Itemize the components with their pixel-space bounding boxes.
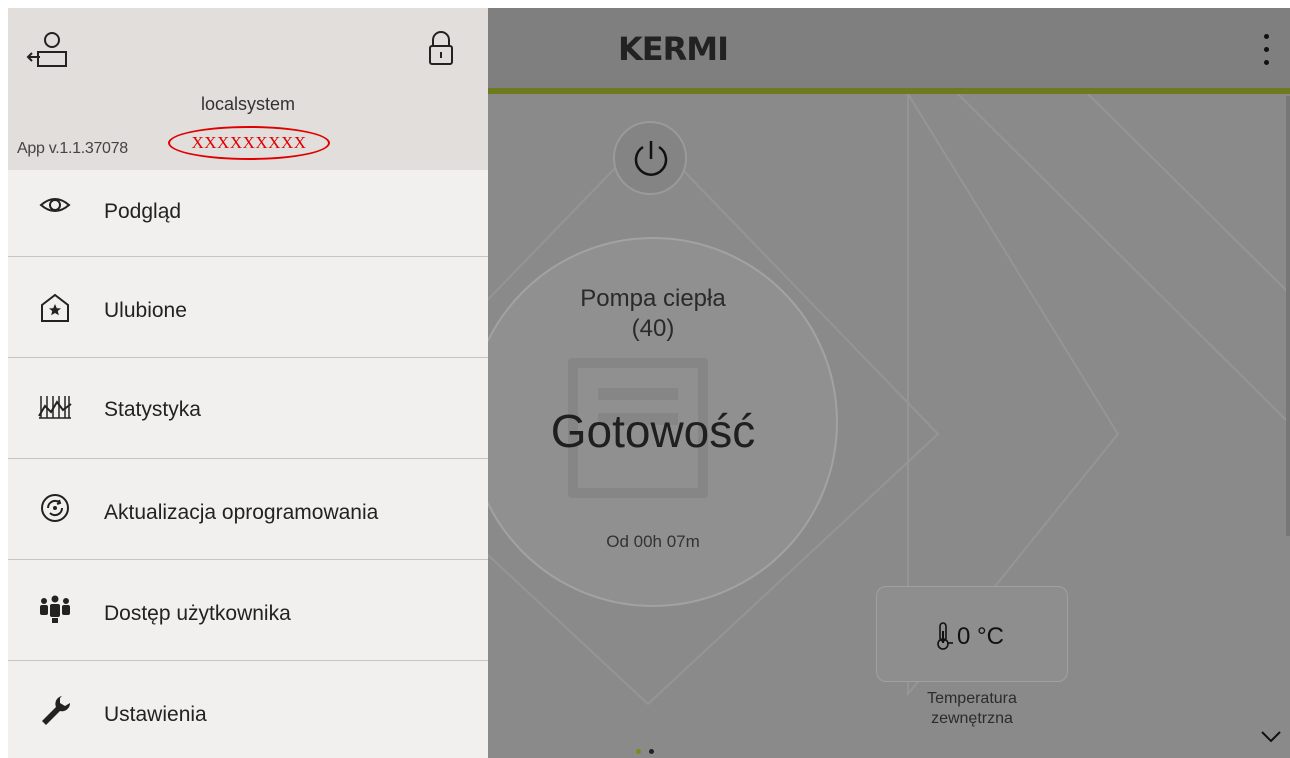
page-dot[interactable] [649, 749, 654, 754]
switch-system-icon[interactable] [26, 30, 74, 74]
menu-item-label: Ustawienia [104, 703, 207, 726]
device-name: Pompa ciepła [580, 285, 726, 312]
chevron-down-icon[interactable] [1260, 730, 1282, 744]
page-dot-active[interactable] [636, 749, 641, 754]
thermometer-icon [937, 622, 953, 650]
menu-item-label: Podgląd [104, 200, 182, 223]
menu-item-settings[interactable]: Ustawienia [8, 661, 488, 758]
device-id: (40) [631, 315, 675, 342]
power-icon [634, 141, 668, 176]
outdoor-temperature-card[interactable]: 0 °C [876, 586, 1068, 682]
navigation-drawer: localsystem App v.1.1.37078 XXXXXXXXX Po… [8, 8, 488, 758]
menu-item-label: Aktualizacja oprogramowania [104, 501, 379, 524]
menu-item-software-update[interactable]: Aktualizacja oprogramowania [8, 459, 488, 560]
drawer-header: localsystem App v.1.1.37078 XXXXXXXXX [8, 8, 488, 170]
user-access-icon [40, 595, 70, 623]
temperature-label: Temperatura [927, 690, 1017, 707]
more-options-icon[interactable] [1256, 30, 1276, 70]
menu-item-label: Dostęp użytkownika [104, 602, 291, 625]
kermi-logo: KERMI [618, 30, 729, 68]
temperature-label: zewnętrzna [931, 710, 1013, 727]
heat-pump-illustration-detail [598, 388, 678, 400]
wrench-icon [42, 696, 71, 725]
eye-icon [39, 198, 71, 212]
status-duration: Od 00h 07m [606, 532, 700, 551]
lock-icon[interactable] [426, 30, 456, 70]
favorite-home-icon [41, 293, 69, 322]
app-version: App v.1.1.37078 [17, 140, 128, 157]
software-update-icon [41, 494, 69, 522]
menu-item-statistics[interactable]: Statystyka [8, 358, 488, 459]
redacted-annotation: XXXXXXXXX [168, 126, 330, 160]
system-name: localsystem [200, 94, 296, 114]
statistics-icon [38, 396, 72, 419]
device-status: Gotowość [550, 405, 756, 457]
menu-item-overview[interactable]: Podgląd [8, 170, 488, 257]
menu-item-user-access[interactable]: Dostęp użytkownika [8, 560, 488, 661]
menu-item-label: Statystyka [104, 398, 201, 421]
drawer-menu: Podgląd Ulubione Statystyka Aktualizacja… [8, 170, 488, 758]
scrollbar[interactable] [1286, 96, 1290, 536]
menu-item-label: Ulubione [104, 299, 187, 322]
power-button[interactable] [613, 121, 687, 195]
page-indicator[interactable] [636, 741, 662, 758]
temperature-value: 0 °C [957, 623, 1004, 650]
menu-item-favorites[interactable]: Ulubione [8, 257, 488, 358]
